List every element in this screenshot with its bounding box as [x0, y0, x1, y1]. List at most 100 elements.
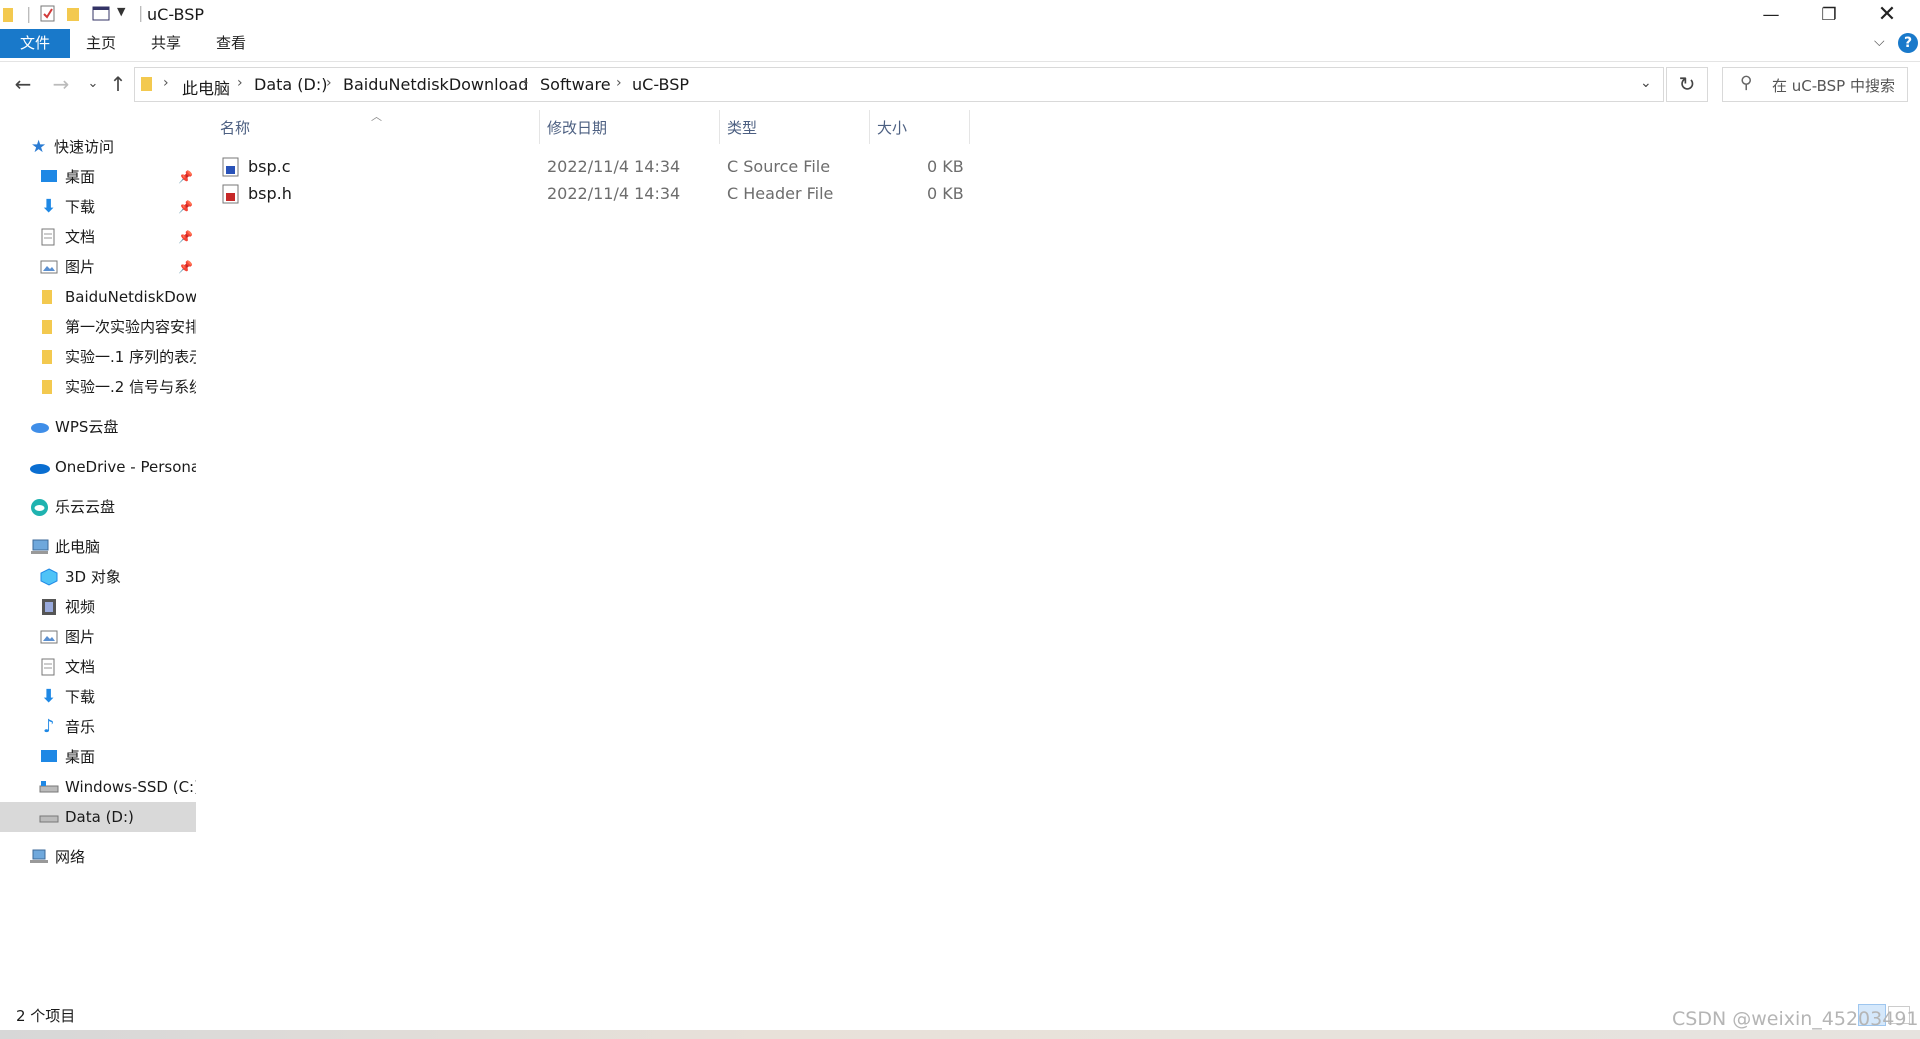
column-divider[interactable]: [969, 110, 970, 144]
breadcrumb-data-d[interactable]: Data (D:): [254, 75, 327, 94]
nav-item-leyun[interactable]: 乐云云盘: [20, 492, 196, 522]
new-folder-icon[interactable]: [66, 5, 80, 22]
nav-item-drive-d[interactable]: Data (D:): [0, 802, 196, 832]
nav-item-videos[interactable]: 视频: [30, 592, 196, 622]
nav-item-this-pc[interactable]: 此电脑: [20, 532, 196, 562]
nav-item-onedrive[interactable]: OneDrive - Persona: [20, 452, 196, 482]
column-divider[interactable]: [719, 110, 720, 144]
breadcrumb-baidu[interactable]: BaiduNetdiskDownload: [343, 75, 528, 94]
file-date: 2022/11/4 14:34: [547, 157, 681, 176]
forward-arrow-icon[interactable]: →: [48, 70, 74, 98]
chevron-right-icon[interactable]: ›: [163, 75, 169, 91]
3d-objects-icon: [40, 568, 58, 586]
pin-icon[interactable]: 📌: [178, 162, 193, 192]
chevron-right-icon[interactable]: ›: [523, 75, 529, 91]
status-item-count: 2 个项目: [16, 1007, 76, 1025]
wps-cloud-icon: [31, 423, 49, 433]
nav-item-network[interactable]: 网络: [20, 842, 196, 872]
expand-ribbon-icon[interactable]: ⌵: [1874, 34, 1885, 50]
nav-label: 实验一.1 序列的表示: [65, 348, 196, 366]
file-row[interactable]: bsp.h 2022/11/4 14:34 C Header File 0 KB: [214, 180, 970, 207]
up-arrow-icon[interactable]: ↑: [105, 70, 131, 98]
tab-share[interactable]: 共享: [133, 29, 199, 58]
file-name: bsp.h: [248, 184, 292, 203]
address-dropdown-icon[interactable]: ⌄: [1640, 75, 1652, 91]
folder-icon: [141, 77, 152, 91]
pictures-icon: [40, 630, 58, 644]
computer-icon: [31, 539, 49, 554]
file-row[interactable]: bsp.c 2022/11/4 14:34 C Source File 0 KB: [214, 153, 970, 180]
file-date: 2022/11/4 14:34: [547, 184, 681, 203]
properties-icon[interactable]: [40, 5, 56, 22]
close-button[interactable]: ✕: [1858, 0, 1916, 29]
pin-icon[interactable]: 📌: [178, 222, 193, 252]
drive-c-icon: [39, 781, 59, 793]
column-header-name[interactable]: 名称: [220, 117, 250, 138]
column-header-size[interactable]: 大小: [877, 117, 907, 138]
watermark: CSDN @weixin_45203491: [1672, 1008, 1919, 1030]
minimize-button[interactable]: —: [1742, 0, 1800, 29]
refresh-button[interactable]: ↻: [1666, 67, 1708, 102]
restore-button[interactable]: ❐: [1800, 0, 1858, 29]
nav-item-3d-objects[interactable]: 3D 对象: [30, 562, 196, 592]
file-type: C Header File: [727, 184, 834, 203]
nav-label: 下载: [65, 198, 96, 216]
tab-file[interactable]: 文件: [0, 29, 70, 58]
help-icon[interactable]: ?: [1898, 33, 1918, 53]
nav-item-folder[interactable]: 实验一.2 信号与系统: [30, 372, 196, 402]
nav-item-desktop[interactable]: 桌面: [30, 742, 196, 772]
nav-item-desktop[interactable]: 桌面 📌: [30, 162, 196, 192]
column-header-date[interactable]: 修改日期: [547, 117, 607, 138]
recent-locations-icon[interactable]: ⌄: [80, 70, 106, 98]
chevron-right-icon[interactable]: ›: [616, 75, 622, 91]
nav-item-folder[interactable]: BaiduNetdiskDow: [30, 282, 196, 312]
leyun-cloud-icon: [31, 499, 48, 516]
pin-icon[interactable]: 📌: [178, 192, 193, 222]
chevron-right-icon[interactable]: ›: [237, 75, 243, 91]
restore-icon: ❐: [1821, 4, 1837, 25]
column-divider[interactable]: [869, 110, 870, 144]
file-size: 0 KB: [927, 157, 964, 176]
nav-item-music[interactable]: ♪ 音乐: [30, 712, 196, 742]
tab-view[interactable]: 查看: [198, 29, 264, 58]
nav-item-folder[interactable]: 第一次实验内容安排: [30, 312, 196, 342]
nav-item-documents[interactable]: 文档 📌: [30, 222, 196, 252]
file-size: 0 KB: [927, 184, 964, 203]
nav-item-pictures[interactable]: 图片: [30, 622, 196, 652]
breadcrumb-this-pc[interactable]: 此电脑: [182, 75, 230, 99]
sort-ascending-icon[interactable]: ︿: [371, 108, 382, 124]
search-placeholder[interactable]: 在 uC-BSP 中搜索: [1772, 75, 1895, 96]
nav-item-folder[interactable]: 实验一.1 序列的表示: [30, 342, 196, 372]
chevron-right-icon[interactable]: ›: [326, 75, 332, 91]
column-divider[interactable]: [539, 110, 540, 144]
nav-item-downloads[interactable]: ⬇ 下载 📌: [30, 192, 196, 222]
title-bar: [0, 0, 1920, 29]
tab-home[interactable]: 主页: [68, 29, 134, 58]
nav-item-wps-cloud[interactable]: WPS云盘: [20, 412, 196, 442]
window-view-icon[interactable]: [92, 6, 110, 21]
column-header-type[interactable]: 类型: [727, 117, 757, 138]
nav-label: 第一次实验内容安排: [65, 318, 196, 336]
window-title: uC-BSP: [147, 5, 205, 24]
pin-icon[interactable]: 📌: [178, 252, 193, 282]
ribbon-bar: [0, 29, 1920, 62]
nav-label: 乐云云盘: [55, 498, 116, 516]
qat-dropdown-icon[interactable]: ▼: [117, 5, 125, 18]
breadcrumb-software[interactable]: Software: [540, 75, 611, 94]
nav-item-pictures[interactable]: 图片 📌: [30, 252, 196, 282]
nav-quick-access[interactable]: 快速访问: [54, 132, 194, 162]
breadcrumb-ucbsp[interactable]: uC-BSP: [632, 75, 689, 94]
c-source-file-icon: [222, 157, 239, 177]
nav-label: 文档: [65, 658, 96, 676]
back-arrow-icon[interactable]: ←: [10, 70, 36, 98]
nav-label: BaiduNetdiskDow: [65, 288, 196, 306]
document-icon: [41, 228, 55, 246]
nav-item-downloads[interactable]: ⬇ 下载: [30, 682, 196, 712]
drive-d-icon: [39, 815, 59, 823]
nav-label: 实验一.2 信号与系统: [65, 378, 196, 396]
nav-item-drive-c[interactable]: Windows-SSD (C:): [30, 772, 196, 802]
file-type: C Source File: [727, 157, 831, 176]
download-icon: ⬇: [41, 686, 57, 707]
nav-item-documents[interactable]: 文档: [30, 652, 196, 682]
nav-label: 下载: [65, 688, 96, 706]
